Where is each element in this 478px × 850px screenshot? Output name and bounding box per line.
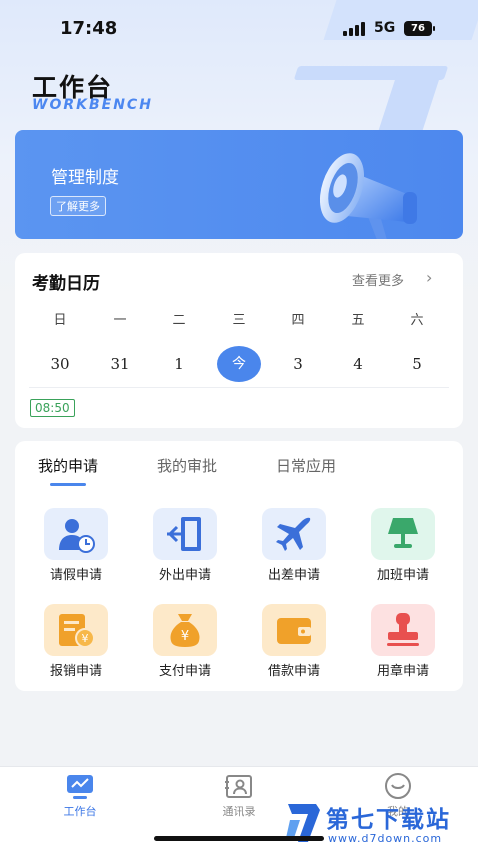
weekday-label: 一 [113,313,127,328]
home-indicator [154,836,324,841]
app-label: 报销申请 [49,664,102,679]
policy-banner[interactable]: 管理制度 了解更多 [15,130,463,239]
tab-daily-apps[interactable]: 日常应用 [276,455,336,476]
leave-request-button[interactable]: 请假申请 [31,508,121,588]
weekday-label: 三 [232,313,246,328]
overtime-request-button[interactable]: 加班申请 [358,508,448,588]
outing-request-button[interactable]: 外出申请 [140,508,230,588]
contacts-icon [225,775,252,798]
view-more-link[interactable]: 查看更多 [352,270,404,289]
weekday-label: 四 [291,313,305,328]
attendance-calendar-card: 考勤日历 查看更多 › 日 一 二 三 四 五 六 30 31 1 今 3 4 … [15,253,463,428]
signal-icon [343,22,365,36]
tab-my-applications[interactable]: 我的申请 [38,455,98,476]
watermark-url: www.d7down.com [328,832,443,845]
calendar-day[interactable]: 5 [397,346,437,382]
receipt-icon: ¥ [44,604,108,656]
reimbursement-request-button[interactable]: ¥ 报销申请 [31,604,121,684]
page-subtitle: WORKBENCH [32,97,153,113]
banner-title: 管理制度 [51,168,119,188]
weekday-label: 五 [351,313,365,328]
status-time: 17:48 [60,18,118,39]
nav-contacts[interactable]: 通讯录 [199,773,279,823]
door-exit-icon [153,508,217,560]
weekday-label: 日 [53,313,67,328]
leave-clock-icon [44,508,108,560]
lamp-icon [371,508,435,560]
calendar-day[interactable]: 30 [40,346,80,382]
divider [29,387,449,388]
money-bag-icon: ¥ [153,604,217,656]
smiley-icon [385,773,411,799]
seal-request-button[interactable]: 用章申请 [358,604,448,684]
wallet-icon [262,604,326,656]
app-label: 加班申请 [376,568,429,583]
network-type: 5G [374,20,396,36]
dashboard-icon [67,775,93,799]
loan-request-button[interactable]: 借款申请 [249,604,339,684]
calendar-day[interactable]: 1 [159,346,199,382]
calendar-day[interactable]: 4 [338,346,378,382]
app-label: 外出申请 [158,568,211,583]
calendar-day[interactable]: 31 [100,346,140,382]
nav-label: 通讯录 [222,805,256,818]
business-trip-request-button[interactable]: 出差申请 [249,508,339,588]
clock-in-time-badge: 08:50 [30,399,75,417]
status-bar: 17:48 5G 76 [0,16,478,42]
site-watermark: 第七下载站 www.d7down.com [284,798,478,850]
calendar-title: 考勤日历 [32,274,100,294]
applications-card: 我的申请 我的审批 日常应用 请假申请 外出申请 出差申请 加班申请 ¥ 报销申… [15,441,463,691]
battery-icon: 76 [404,21,435,36]
weekday-label: 六 [410,313,424,328]
active-tab-indicator [50,483,86,486]
weekday-label: 二 [172,313,186,328]
svg-text:¥: ¥ [181,629,189,644]
watermark-name: 第七下载站 [326,807,451,833]
nav-workbench[interactable]: 工作台 [40,773,120,823]
app-label: 借款申请 [267,664,320,679]
learn-more-button[interactable]: 了解更多 [50,196,106,216]
chevron-right-icon[interactable]: › [426,268,432,287]
app-label: 支付申请 [158,664,211,679]
app-label: 请假申请 [49,568,102,583]
tab-my-approvals[interactable]: 我的审批 [157,455,217,476]
payment-request-button[interactable]: ¥ 支付申请 [140,604,230,684]
app-label: 出差申请 [267,568,320,583]
airplane-icon [262,508,326,560]
nav-label: 工作台 [63,805,97,818]
megaphone-icon [319,153,417,239]
stamp-icon [371,604,435,656]
calendar-day[interactable]: 3 [278,346,318,382]
svg-text:¥: ¥ [82,632,89,645]
app-label: 用章申请 [376,664,429,679]
calendar-day-today[interactable]: 今 [217,346,261,382]
